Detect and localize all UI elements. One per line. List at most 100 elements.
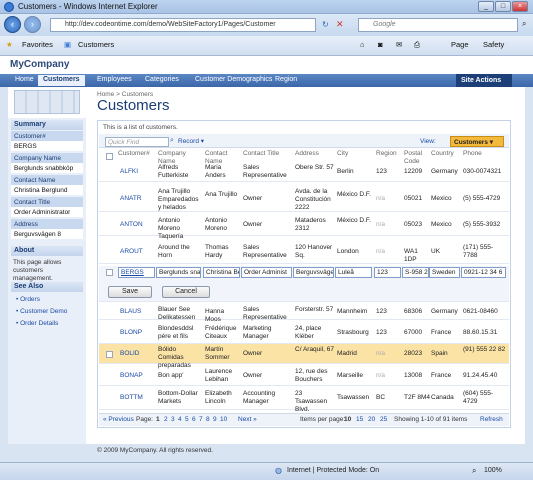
cell-customer-id[interactable]: ALFKI <box>120 168 156 176</box>
column-header[interactable]: Region <box>376 150 402 158</box>
safety-menu[interactable]: Safety <box>483 40 504 49</box>
row-checkbox[interactable] <box>106 351 113 358</box>
page-link-current[interactable]: 1 <box>156 416 160 423</box>
prev-page-link[interactable]: « Previous <box>103 416 134 423</box>
mail-icon[interactable]: ✉ <box>396 40 402 49</box>
page-link[interactable]: 3 <box>171 416 175 423</box>
see-also-link-orders[interactable]: • Orders <box>16 296 40 303</box>
quick-find-input[interactable]: Quick Find <box>105 137 169 147</box>
home-icon[interactable]: ⌂ <box>360 40 365 49</box>
per-page-option[interactable]: 10 <box>344 416 351 423</box>
page-link[interactable]: 2 <box>164 416 168 423</box>
cell-customer-id[interactable]: BOTTM <box>120 394 156 402</box>
minimize-button[interactable]: _ <box>478 1 494 12</box>
cell-customer-id[interactable]: ANTON <box>120 221 156 229</box>
cell-country: Germany <box>431 168 458 175</box>
search-icon[interactable]: ⌕ <box>170 137 174 145</box>
edit-field-country[interactable]: Sweden <box>429 267 460 278</box>
next-page-link[interactable]: Next » <box>238 416 257 423</box>
refresh-icon[interactable]: ↻ <box>322 20 329 29</box>
edit-field-contact-title[interactable]: Order Administ <box>241 267 292 278</box>
column-header[interactable]: Phone <box>463 150 507 158</box>
per-page-option[interactable]: 20 <box>368 416 375 423</box>
summary-label: Contact Name <box>11 175 83 185</box>
column-header[interactable]: City <box>337 150 373 158</box>
page-link[interactable]: 4 <box>178 416 182 423</box>
browser-tab[interactable]: Customers <box>78 40 114 49</box>
cell-phone: (604) 555-4729 <box>463 390 493 405</box>
back-icon[interactable]: ‹ <box>4 16 21 33</box>
column-header[interactable]: Address <box>295 150 335 158</box>
column-header[interactable]: Contact Title <box>243 150 293 158</box>
link-label: Order Details <box>20 320 59 327</box>
record-menu[interactable]: Record ▾ <box>178 137 204 145</box>
see-also-link-order-details[interactable]: • Order Details <box>16 320 58 327</box>
edit-field-company-name[interactable]: Berglunds snal <box>156 267 201 278</box>
edit-field-contact-name[interactable]: Christina Be <box>203 267 240 278</box>
edit-field-region[interactable]: 123 <box>374 267 401 278</box>
page-image <box>14 90 80 114</box>
cell-country: Mexico <box>431 221 452 228</box>
cell-customer-id[interactable]: ANATR <box>120 195 156 203</box>
cell-contact-name: Martín Sommer <box>205 346 230 361</box>
print-icon[interactable]: ⎙ <box>414 40 420 50</box>
page-link[interactable]: 6 <box>192 416 196 423</box>
sidebar: Summary Customer# BERGS Company Name Ber… <box>8 118 86 444</box>
search-icon[interactable]: ⌕ <box>522 19 526 29</box>
stop-icon[interactable]: ✕ <box>336 19 344 30</box>
cell-phone: (5) 555-4729 <box>463 195 501 202</box>
feeds-icon[interactable]: ◙ <box>378 40 383 49</box>
menu-item-region[interactable]: Region <box>270 75 302 86</box>
edit-field-city[interactable]: Luleå <box>335 267 372 278</box>
forward-icon[interactable]: › <box>24 16 41 33</box>
cell-customer-id[interactable]: BLONP <box>120 329 156 337</box>
page-link[interactable]: 7 <box>199 416 203 423</box>
menu-item-categories[interactable]: Categories <box>140 75 184 86</box>
zoom-level[interactable]: 100% <box>484 467 502 474</box>
menu-item-customer-demographics[interactable]: Customer Demographics <box>190 75 277 86</box>
page-menu[interactable]: Page <box>451 40 469 49</box>
menu-item-employees[interactable]: Employees <box>92 75 137 86</box>
menu-item-home[interactable]: Home <box>10 75 39 86</box>
cell-contact-title: Marketing Manager <box>243 325 272 340</box>
site-actions-button[interactable]: Site Actions <box>456 74 512 87</box>
page-link[interactable]: 5 <box>185 416 189 423</box>
cell-postal-code: 05021 <box>404 195 423 202</box>
select-all-checkbox[interactable] <box>106 153 113 160</box>
company-logo[interactable]: MyCompany <box>10 59 69 70</box>
close-button[interactable]: × <box>512 1 528 12</box>
page-link[interactable]: 10 <box>220 416 227 423</box>
showing-info: Showing 1-10 of 91 items <box>394 416 468 423</box>
column-header[interactable]: Customer# <box>118 150 154 158</box>
url-input[interactable]: http://dev.codeontime.com/demo/WebSiteFa… <box>50 18 316 32</box>
edit-field-customer-id[interactable]: BERGS <box>118 267 155 278</box>
per-page-option[interactable]: 15 <box>356 416 363 423</box>
menu-item-customers[interactable]: Customers <box>38 75 85 86</box>
summary-title: Summary <box>11 120 83 130</box>
cell-customer-id[interactable]: AROUT <box>120 248 156 256</box>
save-button[interactable]: Save <box>108 286 152 298</box>
edit-field-postal-code[interactable]: S-958 2 <box>402 267 429 278</box>
edit-field-phone[interactable]: 0921-12 34 6 <box>461 267 506 278</box>
cell-postal-code: T2F 8M4 <box>404 394 431 401</box>
edit-field-address[interactable]: Berguvsväge <box>293 267 334 278</box>
per-page-option[interactable]: 25 <box>380 416 387 423</box>
cell-customer-id[interactable]: BONAP <box>120 372 156 380</box>
cell-customer-id[interactable]: BOLID <box>120 350 156 358</box>
favorites-button[interactable]: Favorites <box>22 40 53 49</box>
search-input[interactable]: Google <box>358 18 518 32</box>
zone-status[interactable]: Internet | Protected Mode: On <box>287 467 379 474</box>
cell-postal-code: 68306 <box>404 308 423 315</box>
view-selector[interactable]: Customers ▾ <box>450 136 504 147</box>
cancel-button[interactable]: Cancel <box>162 286 210 298</box>
column-header[interactable]: Country <box>431 150 461 158</box>
page-link[interactable]: 8 <box>206 416 210 423</box>
cell-customer-id[interactable]: BLAUS <box>120 308 156 316</box>
maximize-button[interactable]: □ <box>495 1 511 12</box>
row-checkbox[interactable] <box>106 269 113 276</box>
refresh-link[interactable]: Refresh <box>480 416 503 423</box>
see-also-link-customer-demo[interactable]: • Customer Demo <box>16 308 67 315</box>
record-label: Record <box>178 138 199 145</box>
page-link[interactable]: 9 <box>213 416 217 423</box>
star-icon[interactable]: ★ <box>6 40 13 49</box>
